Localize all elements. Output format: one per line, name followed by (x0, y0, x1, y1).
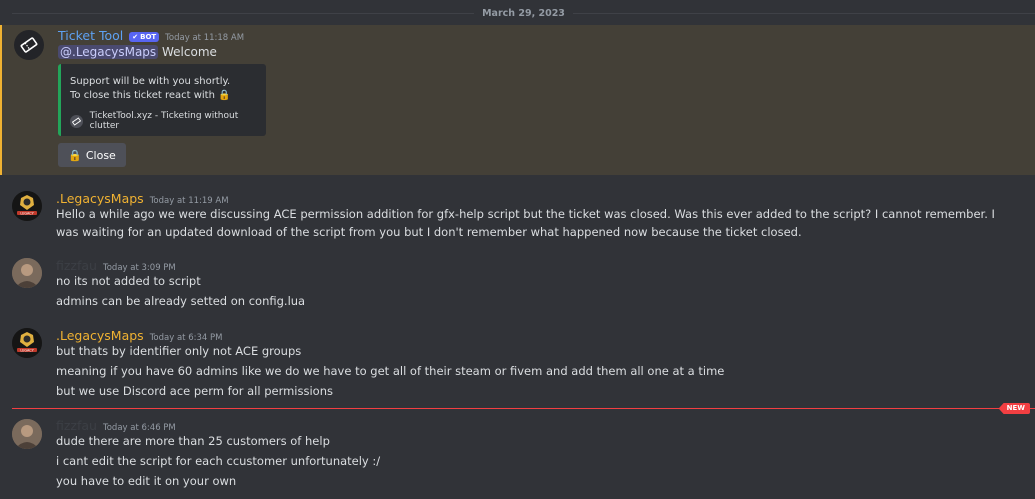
ticket-tool-avatar[interactable] (14, 30, 44, 60)
close-ticket-button[interactable]: 🔒 Close (58, 143, 126, 167)
message-header: .LegacysMaps Today at 11:19 AM (56, 191, 229, 206)
date-label: March 29, 2023 (482, 7, 565, 19)
embed-footer-text: TicketTool.xyz - Ticketing without clutt… (89, 111, 239, 131)
message-header: fizzfau Today at 3:09 PM (56, 258, 176, 273)
message-text: but we use Discord ace perm for all perm… (56, 384, 333, 398)
fizzfau-avatar[interactable] (12, 258, 42, 288)
message-content: @.LegacysMaps Welcome (58, 45, 217, 59)
legacysmaps-avatar[interactable]: LEGACY (12, 328, 42, 358)
lock-icon: 🔒 (218, 90, 231, 101)
author-name[interactable]: .LegacysMaps (56, 191, 144, 206)
date-divider: March 29, 2023 (12, 5, 1035, 21)
svg-text:LEGACY: LEGACY (20, 211, 34, 215)
lock-icon: 🔒 (68, 148, 82, 162)
message-text: meaning if you have 60 admins like we do… (56, 364, 725, 378)
new-badge: NEW (998, 403, 1030, 414)
ticket-embed: Support will be with you shortly. To clo… (58, 64, 266, 136)
embed-footer: TicketTool.xyz - Ticketing without clutt… (70, 111, 266, 131)
message-header: fizzfau Today at 6:46 PM (56, 418, 176, 433)
message-text: but thats by identifier only not ACE gro… (56, 344, 302, 358)
timestamp[interactable]: Today at 11:18 AM (165, 33, 244, 43)
message-ticket-tool: Ticket Tool ✔ BOT Today at 11:18 AM @.Le… (0, 25, 1035, 175)
message-text: no its not added to script (56, 274, 201, 288)
message-text: dude there are more than 25 customers of… (56, 434, 330, 448)
bot-badge: ✔ BOT (129, 32, 160, 42)
legacysmaps-avatar[interactable]: LEGACY (12, 191, 42, 221)
message-text: Hello a while ago we were discussing ACE… (56, 207, 995, 239)
fizzfau-avatar[interactable] (12, 419, 42, 449)
ticket-tool-footer-icon (70, 114, 83, 128)
message-text: i cant edit the script for each ccustome… (56, 454, 381, 468)
author-name[interactable]: .LegacysMaps (56, 328, 144, 343)
svg-text:LEGACY: LEGACY (20, 348, 34, 352)
message-header: Ticket Tool ✔ BOT Today at 11:18 AM (58, 28, 244, 43)
verified-check-icon: ✔ (132, 33, 139, 41)
embed-description: Support will be with you shortly. To clo… (70, 76, 231, 101)
new-messages-divider (12, 408, 1035, 409)
message-header: .LegacysMaps Today at 6:34 PM (56, 328, 222, 343)
message-text: you have to edit it on your own (56, 474, 237, 488)
author-name[interactable]: fizzfau (56, 258, 97, 273)
message-text: admins can be already setted on config.l… (56, 294, 306, 308)
ticket-icon (20, 37, 38, 53)
author-name[interactable]: fizzfau (56, 418, 97, 433)
author-name[interactable]: Ticket Tool (58, 28, 123, 43)
user-mention[interactable]: @.LegacysMaps (58, 45, 159, 59)
